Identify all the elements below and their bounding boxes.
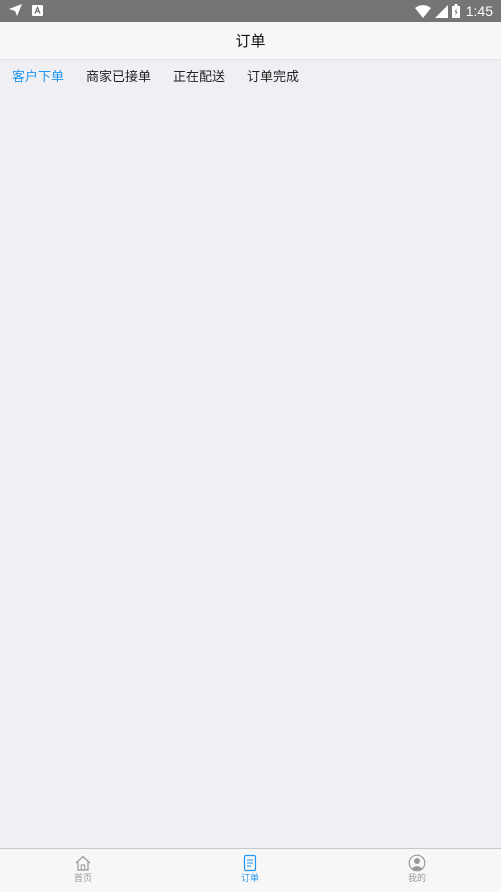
- status-time: 1:45: [465, 3, 493, 19]
- battery-icon: [451, 4, 460, 18]
- tab-customer-ordered[interactable]: 客户下单: [12, 66, 64, 85]
- notification-a-icon: [32, 4, 43, 16]
- bottom-tab-home[interactable]: 首页: [53, 854, 113, 890]
- order-list-area: [0, 88, 501, 848]
- bottom-tab-profile[interactable]: 我的: [387, 854, 447, 890]
- tab-merchant-accepted[interactable]: 商家已接单: [86, 66, 151, 85]
- order-status-tabs: 客户下单 商家已接单 正在配送 订单完成: [0, 60, 501, 88]
- page-title: 订单: [235, 32, 266, 50]
- home-icon: [75, 855, 91, 871]
- profile-icon: [408, 854, 426, 872]
- bottom-tab-orders[interactable]: 订单: [220, 854, 280, 890]
- orders-icon: [243, 854, 257, 872]
- tab-delivering[interactable]: 正在配送: [173, 66, 225, 85]
- status-bar: 1:45: [0, 0, 501, 22]
- send-icon: [9, 4, 22, 16]
- bottom-tab-home-label: 首页: [73, 874, 92, 884]
- navbar: 订单: [0, 22, 501, 60]
- tab-order-completed[interactable]: 订单完成: [247, 66, 299, 85]
- signal-icon: [434, 4, 448, 18]
- bottom-tab-orders-label: 订单: [240, 874, 259, 884]
- bottom-tab-bar: 首页 订单 我的: [0, 848, 501, 892]
- bottom-tab-profile-label: 我的: [407, 874, 426, 884]
- wifi-icon: [414, 4, 431, 18]
